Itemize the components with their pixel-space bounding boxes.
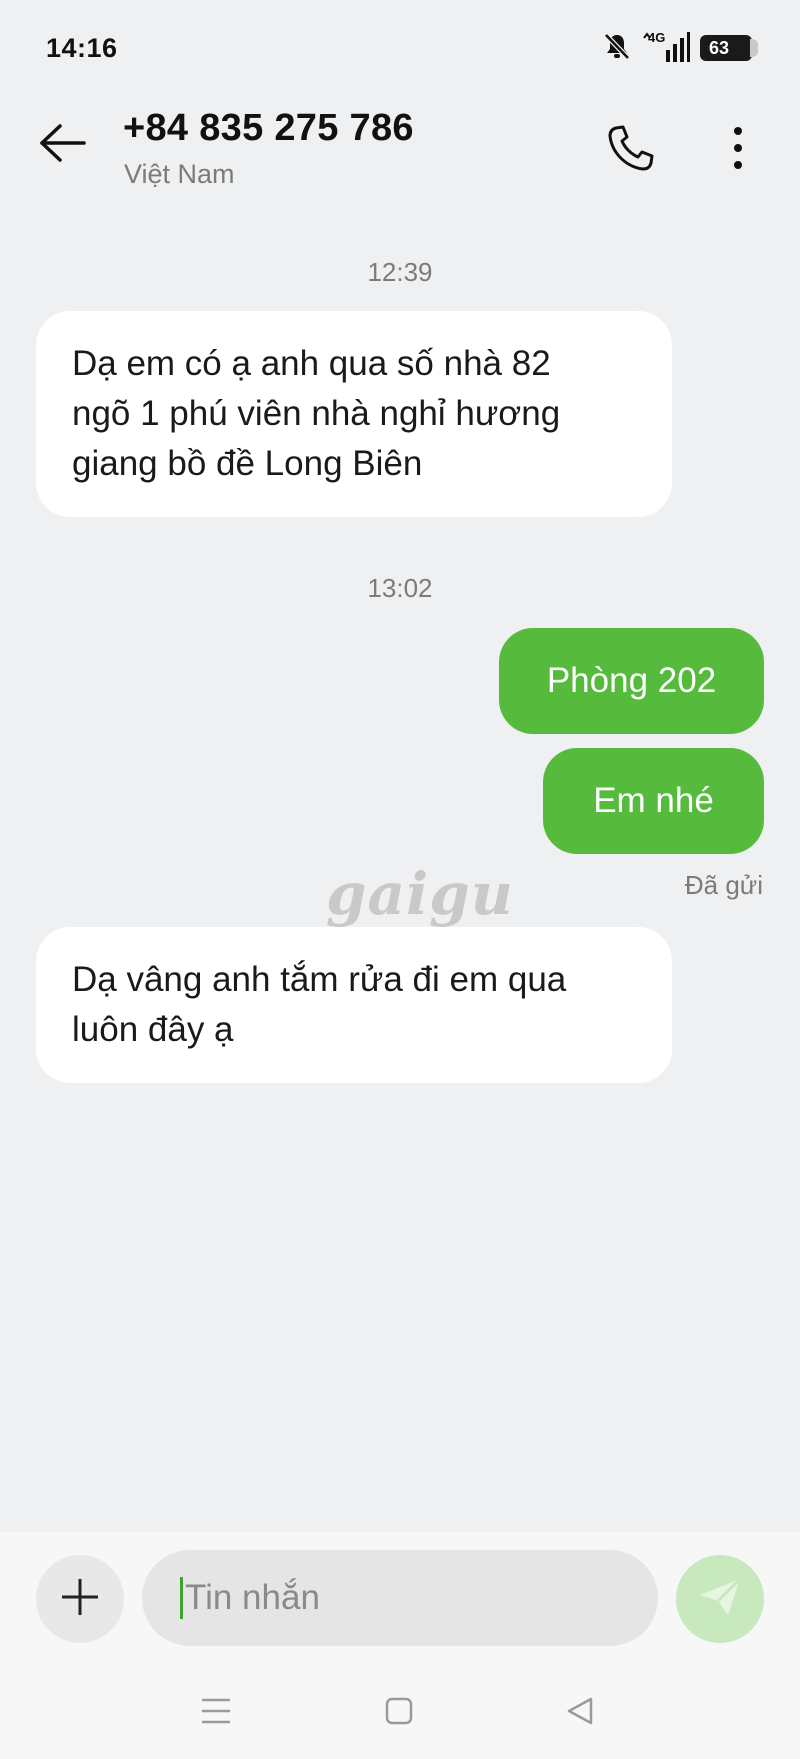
system-back-button[interactable]: [552, 1688, 608, 1738]
plus-icon: [60, 1577, 100, 1622]
contact-number: +84 835 275 786: [123, 107, 414, 149]
watermark: gaigu: [326, 860, 514, 928]
phone-icon: [606, 123, 656, 178]
message-input[interactable]: [185, 1578, 605, 1618]
message-line: Dạ em có ạ anh qua số nhà 82: [72, 344, 551, 383]
conversation-header: +84 835 275 786 Việt Nam: [0, 95, 800, 205]
back-button[interactable]: [32, 115, 92, 175]
send-button[interactable]: [676, 1555, 764, 1643]
text-cursor: [180, 1577, 183, 1619]
more-vertical-icon: [732, 126, 744, 175]
send-icon: [698, 1577, 742, 1622]
signal-4g-icon: 4G: [642, 30, 690, 64]
battery-level: 63: [709, 37, 730, 58]
menu-icon: [200, 1697, 232, 1730]
outgoing-message[interactable]: Phòng 202: [499, 628, 764, 734]
attach-button[interactable]: [36, 1555, 124, 1643]
battery-icon: 63: [700, 35, 758, 61]
status-time: 14:16: [46, 33, 118, 63]
incoming-message[interactable]: Dạ vâng anh tắm rửa đi em qua luôn đây ạ: [36, 927, 672, 1083]
message-composer: [0, 1532, 800, 1668]
status-icons: 4G 63: [602, 30, 758, 66]
message-timestamp: 12:39: [367, 257, 433, 287]
message-timestamp: 13:02: [367, 573, 433, 603]
recent-apps-button[interactable]: [188, 1688, 244, 1738]
more-options-button[interactable]: [710, 117, 766, 183]
message-line: luôn đây ạ: [72, 1010, 234, 1049]
message-status: Đã gửi: [684, 870, 763, 900]
bell-muted-icon: [602, 31, 632, 66]
back-triangle-icon: [565, 1696, 595, 1731]
message-text: Phòng 202: [546, 661, 717, 700]
message-text: Em nhé: [593, 781, 714, 820]
call-button[interactable]: [598, 117, 664, 183]
message-line: giang bồ đề Long Biên: [72, 444, 423, 483]
outgoing-message[interactable]: Em nhé: [543, 748, 764, 854]
home-square-icon: [384, 1696, 414, 1731]
messaging-screen: 14:16 4G 63 +84 835 275 786 Việt Nam 12:…: [0, 0, 800, 1759]
message-line: Dạ vâng anh tắm rửa đi em qua: [72, 960, 567, 999]
system-nav-bar: [0, 1668, 800, 1759]
contact-country: Việt Nam: [124, 159, 235, 189]
back-arrow-icon: [38, 123, 86, 168]
home-button[interactable]: [371, 1688, 427, 1738]
status-bar: 14:16 4G 63: [0, 0, 800, 90]
incoming-message[interactable]: Dạ em có ạ anh qua số nhà 82 ngõ 1 phú v…: [36, 311, 672, 517]
message-input-container[interactable]: [142, 1550, 658, 1646]
message-line: ngõ 1 phú viên nhà nghỉ hương: [72, 394, 561, 433]
